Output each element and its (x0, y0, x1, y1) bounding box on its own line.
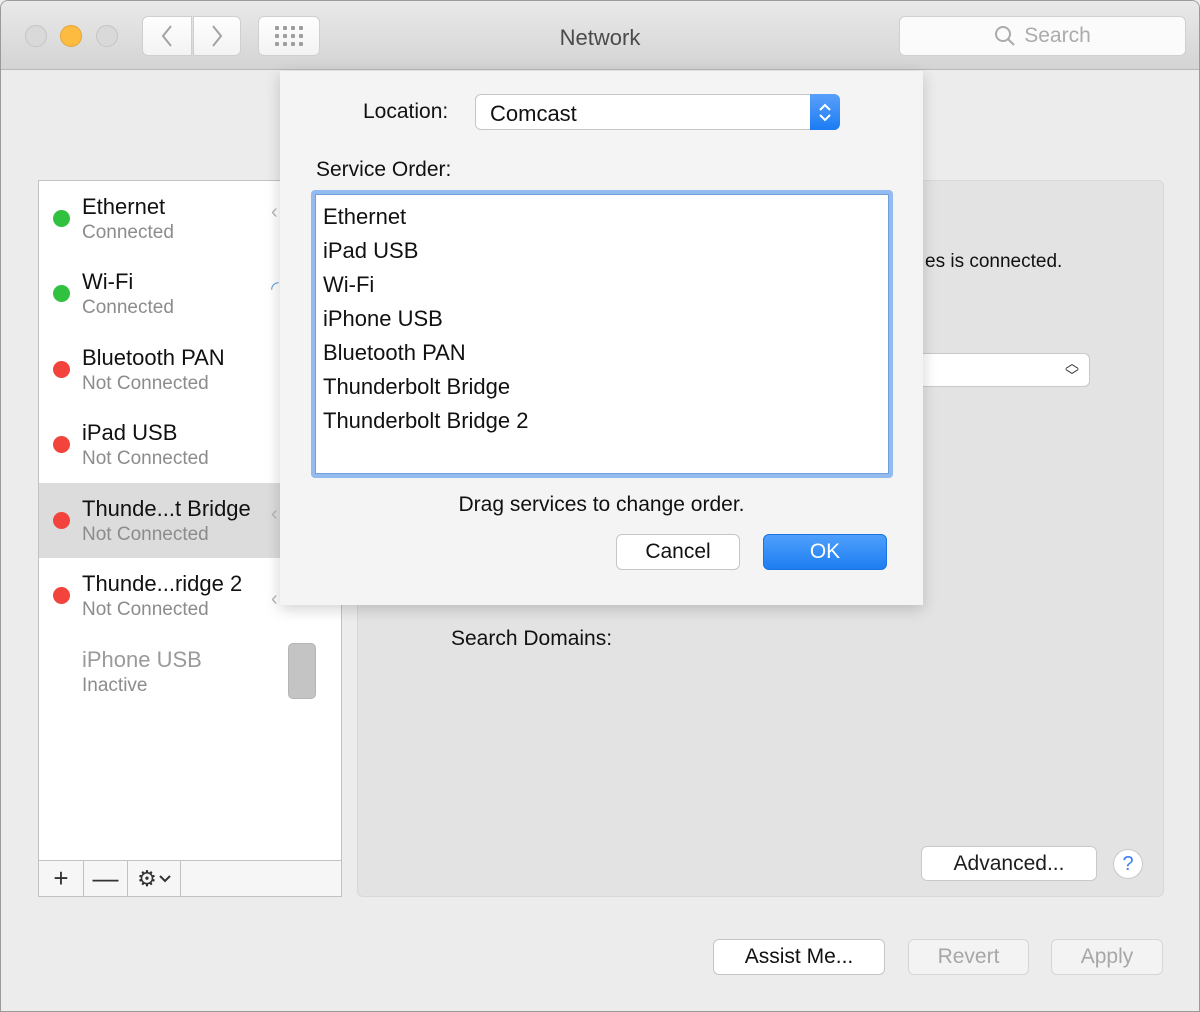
status-dot-not-connected (53, 587, 70, 604)
service-name: Thunde...ridge 2 (82, 571, 243, 596)
question-mark-icon: ? (1122, 852, 1134, 875)
service-order-item[interactable]: iPhone USB (315, 304, 889, 338)
ok-button[interactable]: OK (763, 534, 887, 570)
status-dot-connected (53, 210, 70, 227)
configure-popup[interactable]: ︿ ﹀ (918, 353, 1090, 387)
gear-icon: ⚙ (137, 865, 157, 891)
revert-button[interactable]: Revert (908, 939, 1029, 975)
status-dot-not-connected (53, 512, 70, 529)
add-service-button[interactable]: + (39, 861, 84, 896)
updown-chevron-icon: ︿ ﹀ (1065, 355, 1079, 384)
status-dot-not-connected (53, 436, 70, 453)
status-text: es is connected. (925, 251, 1063, 272)
action-menu-button[interactable]: ⚙ (128, 861, 181, 896)
service-name: iPhone USB (82, 647, 202, 672)
help-button[interactable]: ? (1113, 849, 1143, 879)
service-order-list[interactable]: Ethernet iPad USB Wi-Fi iPhone USB Bluet… (311, 190, 893, 478)
service-list-toolbar: + — ⚙ (39, 860, 341, 896)
service-order-label: Service Order: (316, 158, 452, 181)
service-name: Wi-Fi (82, 269, 134, 294)
service-status: Not Connected (82, 599, 209, 620)
chevron-down-icon (159, 874, 171, 882)
updown-chevron-icon (810, 94, 840, 130)
service-order-item[interactable]: Ethernet (315, 202, 889, 236)
ethernet-icon: ‹ (271, 201, 278, 223)
service-name: Thunde...t Bridge (82, 496, 251, 521)
service-status: Not Connected (82, 448, 209, 469)
service-name: Ethernet (82, 194, 166, 219)
cancel-button[interactable]: Cancel (616, 534, 740, 570)
drag-hint-text: Drag services to change order. (458, 493, 745, 516)
iphone-icon (288, 643, 316, 699)
status-dot-connected (53, 285, 70, 302)
service-status: Inactive (82, 675, 148, 696)
service-order-item[interactable]: Thunderbolt Bridge 2 (315, 406, 889, 440)
remove-service-button[interactable]: — (84, 861, 128, 896)
service-order-item[interactable]: iPad USB (315, 236, 889, 270)
service-order-item[interactable]: Bluetooth PAN (315, 338, 889, 372)
advanced-button[interactable]: Advanced... (921, 846, 1097, 881)
service-order-item[interactable]: Wi-Fi (315, 270, 889, 304)
title-bar: Network Search (1, 1, 1199, 70)
service-name: Bluetooth PAN (82, 345, 225, 370)
network-preferences-window: Network Search Ethernet Connected ‹ Wi-F… (0, 0, 1200, 1012)
search-field[interactable]: Search (899, 16, 1186, 56)
search-domains-label: Search Domains: (451, 627, 613, 650)
search-icon (995, 26, 1015, 46)
location-label: Location: (363, 100, 449, 123)
service-name: iPad USB (82, 420, 178, 445)
service-order-sheet: Location: Comcast Service Order: Etherne… (280, 71, 923, 605)
service-status: Connected (82, 297, 174, 318)
thunderbolt-icon: ‹ (271, 503, 278, 525)
service-status: Connected (82, 222, 174, 243)
apply-button[interactable]: Apply (1051, 939, 1163, 975)
location-value: Comcast (490, 101, 577, 126)
status-dot-not-connected (53, 361, 70, 378)
search-placeholder: Search (1024, 24, 1091, 47)
wifi-icon: ◜ (271, 278, 279, 300)
service-status: Not Connected (82, 373, 209, 394)
service-status: Not Connected (82, 524, 209, 545)
service-order-item[interactable]: Thunderbolt Bridge (315, 372, 889, 406)
assist-me-button[interactable]: Assist Me... (713, 939, 885, 975)
location-popup[interactable]: Comcast (475, 94, 840, 130)
